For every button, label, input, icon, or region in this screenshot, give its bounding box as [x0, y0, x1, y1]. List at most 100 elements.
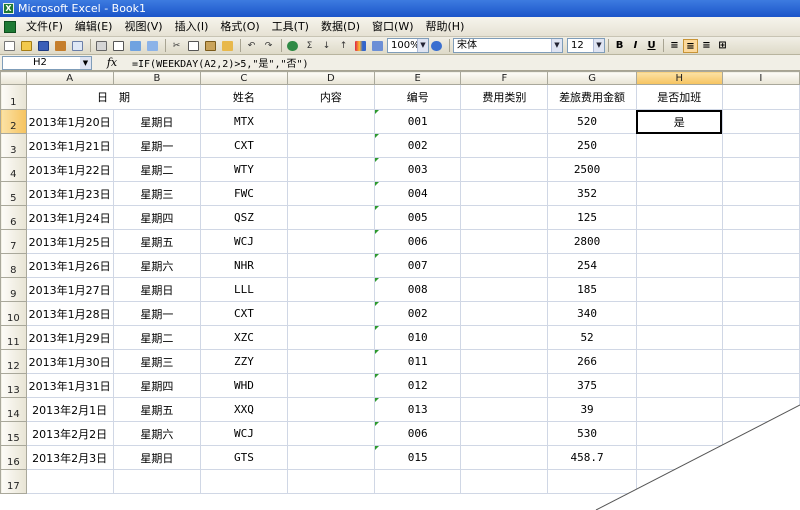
sort-descending-icon[interactable]: ↑ — [336, 39, 351, 53]
weekday-cell[interactable]: 星期四 — [112, 205, 202, 230]
weekday-cell[interactable]: 星期五 — [112, 397, 202, 422]
amount-cell[interactable]: 254 — [547, 253, 637, 278]
empty-cell[interactable] — [721, 84, 800, 110]
fee-type-cell[interactable] — [460, 133, 549, 158]
fee-type-cell[interactable] — [460, 229, 549, 254]
code-cell[interactable]: 012 — [373, 373, 462, 398]
name-cell[interactable]: XXQ — [200, 397, 288, 422]
overtime-cell[interactable] — [635, 181, 723, 206]
font-name-select[interactable]: 宋体 ▼ — [453, 38, 563, 53]
row-header[interactable]: 10 — [0, 301, 27, 326]
column-header-f[interactable]: F — [460, 71, 549, 85]
name-cell[interactable]: GTS — [200, 445, 288, 470]
cut-icon[interactable]: ✂ — [169, 39, 184, 53]
empty-cell[interactable] — [721, 445, 800, 470]
weekday-cell[interactable]: 星期四 — [112, 373, 202, 398]
date-cell[interactable]: 2013年1月25日 — [25, 229, 114, 254]
row-header[interactable]: 12 — [0, 349, 27, 374]
name-box[interactable]: H2 ▼ — [2, 55, 92, 70]
redo-icon[interactable]: ↷ — [261, 39, 276, 53]
date-cell[interactable]: 2013年1月28日 — [25, 301, 114, 326]
weekday-cell[interactable]: 星期一 — [112, 301, 202, 326]
column-header-e[interactable]: E — [373, 71, 462, 85]
row-header[interactable]: 13 — [0, 373, 27, 398]
overtime-cell[interactable] — [635, 229, 723, 254]
content-cell[interactable] — [286, 325, 376, 350]
amount-cell[interactable]: 520 — [547, 109, 637, 134]
name-cell[interactable]: WCJ — [200, 229, 288, 254]
chevron-down-icon[interactable]: ▼ — [80, 56, 91, 69]
amount-cell[interactable]: 39 — [547, 397, 637, 422]
save-icon[interactable] — [36, 39, 51, 53]
name-cell[interactable]: LLL — [200, 277, 288, 302]
overtime-cell[interactable] — [635, 253, 723, 278]
code-cell[interactable]: 006 — [373, 229, 462, 254]
name-cell[interactable]: FWC — [200, 181, 288, 206]
fee-type-cell[interactable] — [460, 469, 549, 494]
weekday-cell[interactable]: 星期一 — [112, 133, 202, 158]
empty-cell[interactable] — [721, 109, 800, 134]
weekday-cell[interactable]: 星期六 — [112, 421, 202, 446]
overtime-cell[interactable] — [635, 133, 723, 158]
overtime-cell[interactable] — [635, 205, 723, 230]
date-cell[interactable]: 2013年1月22日 — [25, 157, 114, 182]
content-cell[interactable] — [286, 469, 376, 494]
email-icon[interactable] — [70, 39, 85, 53]
menu-insert[interactable]: 插入(I) — [169, 18, 215, 36]
bold-button[interactable]: B — [612, 39, 627, 53]
menu-window[interactable]: 窗口(W) — [366, 18, 419, 36]
formula-input[interactable]: =IF(WEEKDAY(A2,2)>5,"是","否") — [132, 55, 309, 70]
row-header[interactable]: 14 — [0, 397, 27, 422]
column-header-a[interactable]: A — [25, 71, 114, 85]
date-cell[interactable]: 2013年2月1日 — [25, 397, 114, 422]
align-right-icon[interactable]: ≡ — [699, 39, 714, 53]
italic-button[interactable]: I — [628, 39, 643, 53]
content-cell[interactable] — [286, 349, 376, 374]
permission-icon[interactable] — [53, 39, 68, 53]
fee-type-cell[interactable] — [460, 397, 549, 422]
content-cell[interactable] — [286, 229, 376, 254]
content-cell[interactable] — [286, 445, 376, 470]
font-size-select[interactable]: 12 ▼ — [567, 38, 605, 53]
code-cell[interactable] — [373, 469, 462, 494]
date-cell[interactable]: 2013年1月31日 — [25, 373, 114, 398]
empty-cell[interactable] — [721, 133, 800, 158]
overtime-cell[interactable] — [635, 349, 723, 374]
weekday-cell[interactable]: 星期日 — [112, 445, 202, 470]
overtime-cell[interactable] — [635, 421, 723, 446]
empty-cell[interactable] — [721, 205, 800, 230]
content-cell[interactable] — [286, 109, 376, 134]
name-cell[interactable]: CXT — [200, 133, 288, 158]
drawing-icon[interactable] — [370, 39, 385, 53]
code-cell[interactable]: 002 — [373, 301, 462, 326]
amount-cell[interactable]: 352 — [547, 181, 637, 206]
header-name[interactable]: 姓名 — [200, 84, 288, 110]
code-cell[interactable]: 010 — [373, 325, 462, 350]
overtime-cell[interactable] — [635, 325, 723, 350]
column-header-b[interactable]: B — [112, 71, 202, 85]
amount-cell[interactable]: 530 — [547, 421, 637, 446]
date-cell[interactable]: 2013年2月3日 — [25, 445, 114, 470]
weekday-cell[interactable]: 星期日 — [112, 277, 202, 302]
column-header-h[interactable]: H — [635, 71, 723, 85]
content-cell[interactable] — [286, 205, 376, 230]
date-cell[interactable]: 2013年1月24日 — [25, 205, 114, 230]
row-header[interactable]: 8 — [0, 253, 27, 278]
fee-type-cell[interactable] — [460, 349, 549, 374]
zoom-select[interactable]: 100% ▼ — [387, 38, 429, 53]
undo-icon[interactable]: ↶ — [244, 39, 259, 53]
weekday-cell[interactable]: 星期五 — [112, 229, 202, 254]
print-preview-icon[interactable] — [111, 39, 126, 53]
menu-edit[interactable]: 编辑(E) — [69, 18, 119, 36]
content-cell[interactable] — [286, 421, 376, 446]
help-icon[interactable] — [429, 39, 444, 53]
name-cell[interactable]: WTY — [200, 157, 288, 182]
menu-tools[interactable]: 工具(T) — [266, 18, 315, 36]
date-cell[interactable] — [25, 469, 114, 494]
fee-type-cell[interactable] — [460, 109, 549, 134]
empty-cell[interactable] — [721, 397, 800, 422]
overtime-cell[interactable] — [635, 301, 723, 326]
weekday-cell[interactable]: 星期三 — [112, 181, 202, 206]
empty-cell[interactable] — [721, 229, 800, 254]
code-cell[interactable]: 013 — [373, 397, 462, 422]
